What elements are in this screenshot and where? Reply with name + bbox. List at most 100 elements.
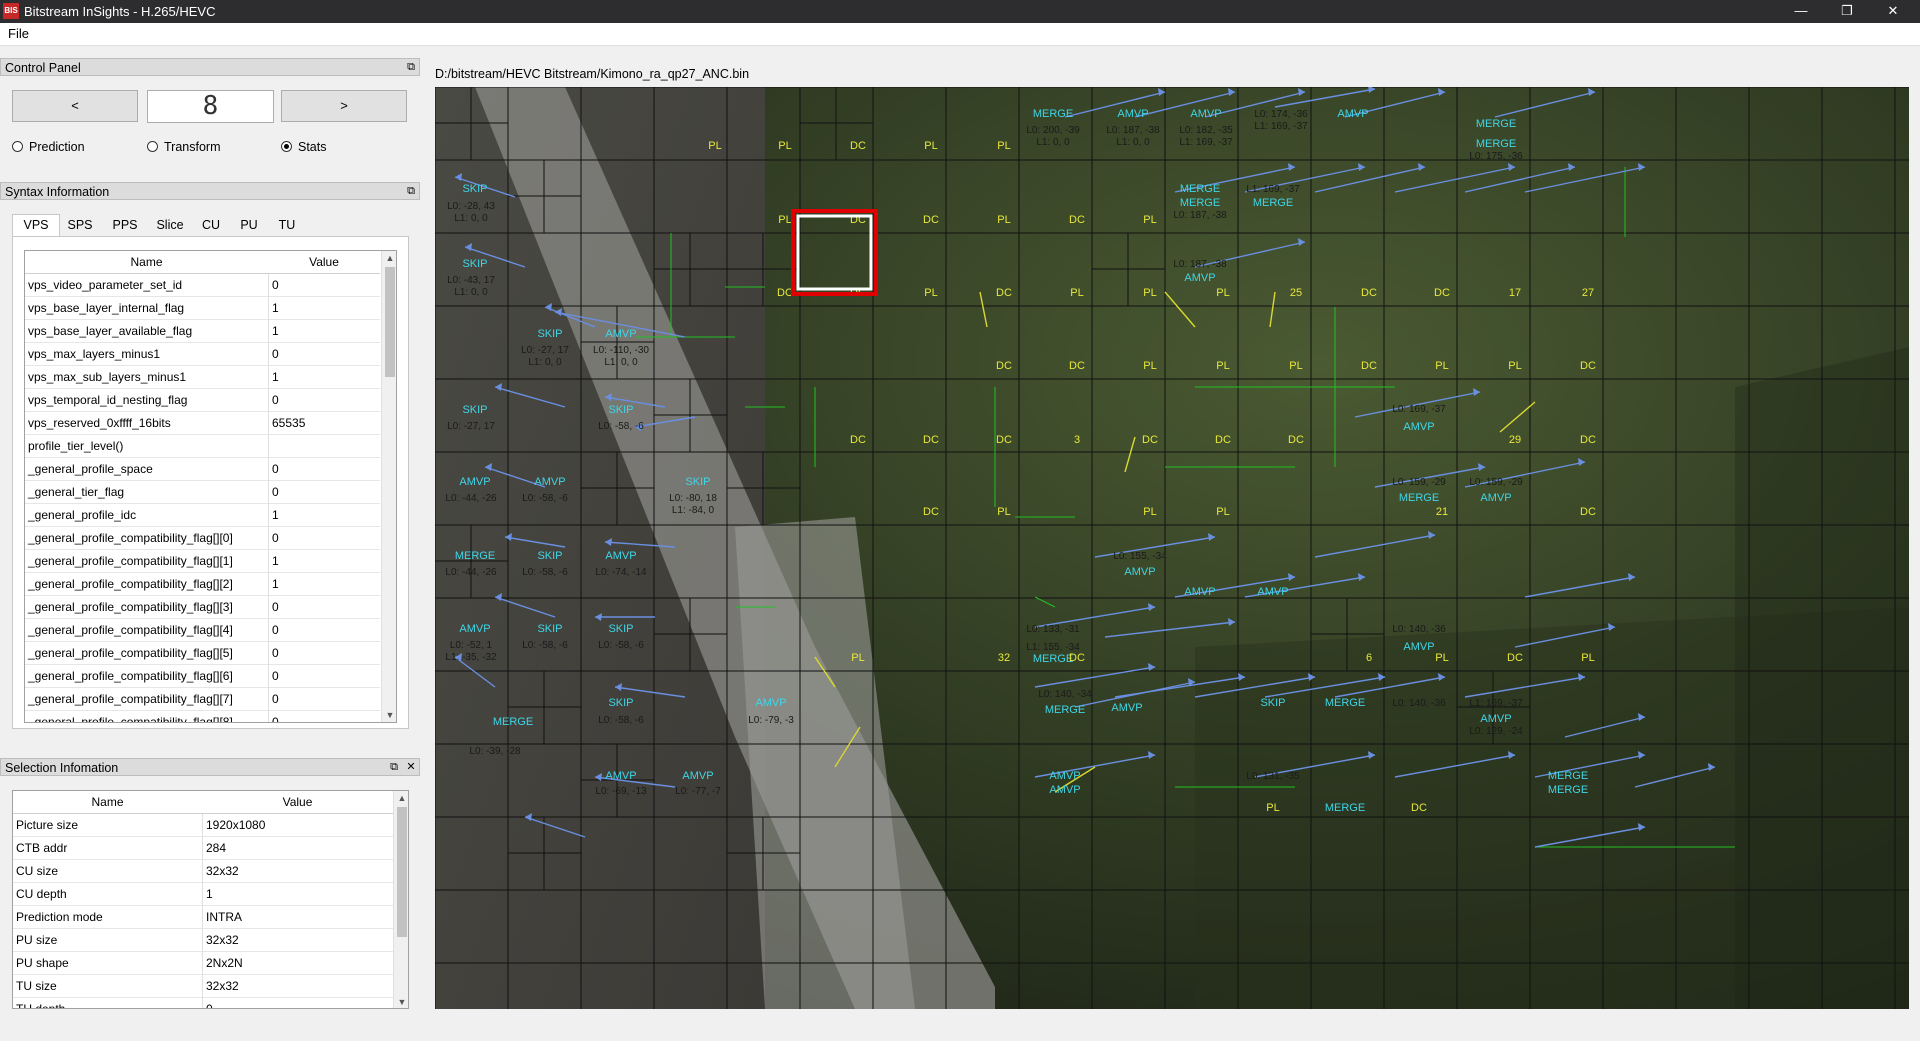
motion-vector-label: L0: -80, 18: [669, 493, 717, 504]
table-row[interactable]: TU size 32x32: [13, 975, 393, 998]
table-row[interactable]: PU shape 2Nx2N: [13, 952, 393, 975]
prediction-mode-label: MERGE: [1180, 197, 1220, 209]
motion-vector-label: L1: 0, 0: [454, 287, 488, 298]
cell-value: 1: [272, 370, 279, 384]
prediction-mode-label: AMVP: [534, 476, 565, 488]
table-row[interactable]: vps_video_parameter_set_id 0: [25, 274, 380, 297]
float-panel-icon[interactable]: ⧉: [387, 760, 401, 774]
intra-mode-label: PL: [997, 506, 1010, 518]
frame-viewer[interactable]: MERGE L0: 200, -39 L1: 0, 0 AMVP L0: 187, -3…: [435, 87, 1909, 1009]
column-header-value[interactable]: Value: [268, 255, 380, 269]
column-header-value[interactable]: Value: [202, 795, 393, 809]
tab-tu[interactable]: TU: [270, 215, 304, 235]
frame-analysis-canvas[interactable]: MERGEL0: 200, -39L1: 0, 0AMVPL0: 187, -3…: [435, 87, 1909, 1009]
table-row[interactable]: Prediction mode INTRA: [13, 906, 393, 929]
tab-cu[interactable]: CU: [194, 215, 228, 235]
table-row[interactable]: vps_max_layers_minus1 0: [25, 343, 380, 366]
intra-mode-label: PL: [1266, 802, 1279, 814]
cell-name: vps_base_layer_available_flag: [28, 324, 193, 338]
prediction-mode-label: MERGE: [1476, 138, 1516, 150]
table-row[interactable]: _general_profile_compatibility_flag[][6]…: [25, 665, 380, 688]
table-row[interactable]: vps_base_layer_available_flag 1: [25, 320, 380, 343]
cell-value: 0: [272, 485, 279, 499]
table-row[interactable]: _general_profile_compatibility_flag[][0]…: [25, 527, 380, 550]
table-row[interactable]: _general_profile_compatibility_flag[][8]…: [25, 711, 380, 722]
table-row[interactable]: _general_profile_idc 1: [25, 504, 380, 527]
column-header-name[interactable]: Name: [25, 255, 268, 269]
tab-pps[interactable]: PPS: [104, 215, 146, 235]
table-row[interactable]: CU depth 1: [13, 883, 393, 906]
prev-frame-button[interactable]: <: [12, 90, 138, 122]
selection-info-title: Selection Infomation: [5, 761, 119, 775]
prediction-mode-label: AMVP: [605, 550, 636, 562]
table-row[interactable]: TU depth 0: [13, 998, 393, 1009]
prediction-mode-label: MERGE: [1548, 770, 1588, 782]
radio-circle-checked: [281, 141, 292, 152]
table-row[interactable]: PU size 32x32: [13, 929, 393, 952]
intra-mode-label: PL: [1216, 287, 1229, 299]
table-row[interactable]: _general_profile_space 0: [25, 458, 380, 481]
table-row[interactable]: _general_profile_compatibility_flag[][1]…: [25, 550, 380, 573]
motion-vector-label: L0: 140, -34: [1038, 689, 1092, 700]
app-logo-icon: BIS: [3, 3, 19, 19]
close-button[interactable]: ✕: [1870, 0, 1916, 23]
float-panel-icon[interactable]: ⧉: [404, 60, 418, 74]
table-row[interactable]: vps_max_sub_layers_minus1 1: [25, 366, 380, 389]
scroll-down-icon[interactable]: ▼: [394, 995, 408, 1008]
prediction-mode-label: AMVP: [605, 328, 636, 340]
tab-slice[interactable]: Slice: [150, 215, 190, 235]
table-row[interactable]: _general_profile_compatibility_flag[][5]…: [25, 642, 380, 665]
cell-value: 0: [272, 692, 279, 706]
scroll-down-icon[interactable]: ▼: [382, 708, 396, 722]
table-row[interactable]: _general_tier_flag 0: [25, 481, 380, 504]
maximize-button[interactable]: ❐: [1824, 0, 1870, 23]
table-row[interactable]: vps_base_layer_internal_flag 1: [25, 297, 380, 320]
table-row[interactable]: CTB addr 284: [13, 837, 393, 860]
table-row[interactable]: Picture size 1920x1080: [13, 814, 393, 837]
float-panel-icon[interactable]: ⧉: [404, 184, 418, 198]
intra-mode-label: 27: [1582, 287, 1594, 299]
menu-file[interactable]: File: [8, 26, 29, 41]
column-header-name[interactable]: Name: [13, 795, 202, 809]
next-frame-button[interactable]: >: [281, 90, 407, 122]
prediction-mode-label: AMVP: [1184, 272, 1215, 284]
table-row[interactable]: vps_temporal_id_nesting_flag 0: [25, 389, 380, 412]
scrollbar[interactable]: ▲ ▼: [393, 791, 408, 1008]
table-row[interactable]: _general_profile_compatibility_flag[][7]…: [25, 688, 380, 711]
minimize-button[interactable]: —: [1778, 0, 1824, 23]
intra-mode-label: PL: [1143, 214, 1156, 226]
intra-mode-label: PL: [778, 140, 791, 152]
motion-vector-label: L0: -44, -26: [445, 567, 497, 578]
intra-mode-label: 29: [1509, 434, 1521, 446]
table-row[interactable]: CU size 32x32: [13, 860, 393, 883]
scroll-thumb[interactable]: [385, 267, 395, 377]
column-divider: [268, 320, 269, 343]
control-panel-header: Control Panel ⧉: [0, 58, 420, 76]
motion-vector-label: L0: -58, -6: [522, 640, 568, 651]
radio-label: Prediction: [29, 140, 85, 154]
scrollbar[interactable]: ▲ ▼: [381, 251, 396, 722]
cell-name: _general_profile_compatibility_flag[][2]: [28, 577, 233, 591]
column-divider: [268, 435, 269, 458]
tab-pu[interactable]: PU: [232, 215, 266, 235]
prediction-mode-label: SKIP: [685, 476, 710, 488]
scroll-thumb[interactable]: [397, 807, 407, 937]
table-row[interactable]: _general_profile_compatibility_flag[][4]…: [25, 619, 380, 642]
cell-value: 32x32: [206, 864, 239, 878]
prediction-mode-label: AMVP: [1117, 108, 1148, 120]
prediction-mode-label: SKIP: [608, 697, 633, 709]
control-panel-title: Control Panel: [5, 61, 81, 75]
table-row[interactable]: _general_profile_compatibility_flag[][2]…: [25, 573, 380, 596]
intra-mode-label: PL: [997, 140, 1010, 152]
scroll-up-icon[interactable]: ▲: [382, 251, 396, 265]
table-row[interactable]: profile_tier_level(): [25, 435, 380, 458]
table-row[interactable]: _general_profile_compatibility_flag[][3]…: [25, 596, 380, 619]
tab-sps[interactable]: SPS: [60, 215, 100, 235]
table-row[interactable]: vps_reserved_0xffff_16bits 65535: [25, 412, 380, 435]
close-panel-icon[interactable]: ✕: [404, 760, 418, 774]
scroll-up-icon[interactable]: ▲: [394, 791, 408, 805]
column-divider: [268, 343, 269, 366]
cell-name: TU depth: [16, 1002, 66, 1009]
prediction-mode-label: MERGE: [455, 550, 495, 562]
tab-vps[interactable]: VPS: [12, 214, 60, 237]
